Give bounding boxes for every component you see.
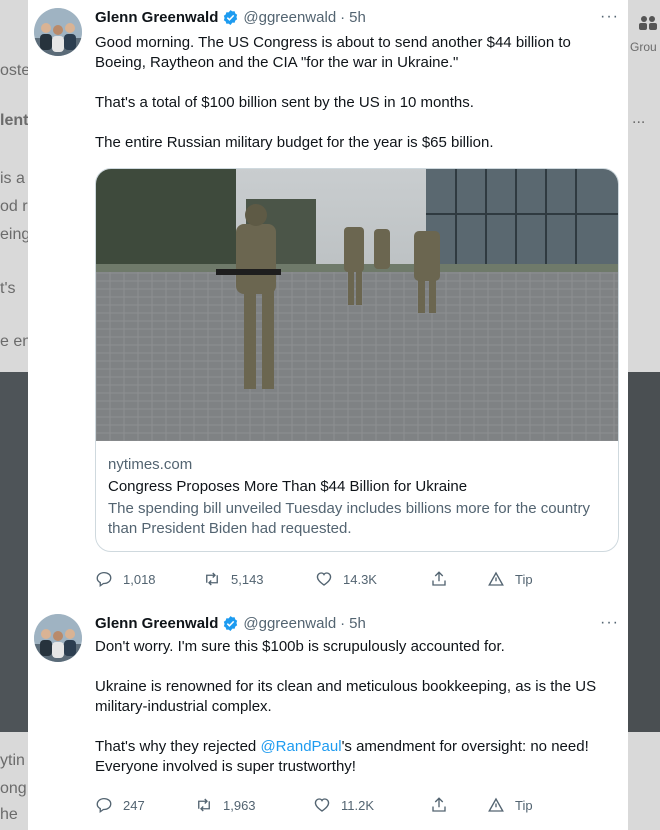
more-options-icon[interactable]: ··· bbox=[600, 8, 619, 26]
verified-badge-icon bbox=[222, 615, 239, 632]
tweet-paragraph: Good morning. The US Congress is about t… bbox=[95, 34, 571, 71]
heart-icon bbox=[316, 572, 332, 586]
tweet-paragraph: Don't worry. I'm sure this $100b is scru… bbox=[95, 638, 505, 655]
article-image bbox=[96, 169, 618, 441]
link-domain: nytimes.com bbox=[108, 456, 193, 473]
tweet-thread: Glenn Greenwald @ggreenwald · 5h ··· Goo… bbox=[28, 0, 628, 830]
link-description: The spending bill unveiled Tuesday inclu… bbox=[108, 500, 590, 537]
heart-icon bbox=[314, 798, 330, 812]
timestamp[interactable]: 5h bbox=[349, 9, 366, 26]
retweet-count: 5,143 bbox=[231, 571, 264, 587]
tweet-actions: 247 1,963 11.2K Tip bbox=[95, 796, 555, 816]
link-preview-card[interactable]: nytimes.com Congress Proposes More Than … bbox=[95, 168, 619, 552]
tweet-header: Glenn Greenwald @ggreenwald · 5h bbox=[95, 9, 366, 26]
tweet[interactable]: Glenn Greenwald @ggreenwald · 5h ··· Goo… bbox=[28, 0, 628, 600]
paragraph-text: That's why they rejected bbox=[95, 738, 261, 755]
tip-label: Tip bbox=[515, 797, 533, 813]
tip-icon bbox=[488, 571, 504, 586]
background-text: he bbox=[0, 806, 18, 823]
retweet-icon bbox=[206, 572, 218, 586]
tweet-paragraph: That's why they rejected @RandPaul's ame… bbox=[95, 737, 625, 777]
background-text: e en bbox=[0, 333, 28, 350]
reply-count: 1,018 bbox=[123, 571, 156, 587]
separator: · bbox=[340, 9, 346, 26]
background-text: Grou bbox=[630, 40, 657, 54]
tweet-text: Don't worry. I'm sure this $100b is scru… bbox=[95, 637, 625, 797]
author-handle[interactable]: @ggreenwald bbox=[243, 615, 336, 632]
author-handle[interactable]: @ggreenwald bbox=[243, 9, 336, 26]
share-icon bbox=[432, 571, 446, 586]
author-name[interactable]: Glenn Greenwald bbox=[95, 615, 218, 632]
like-button[interactable]: 11.2K bbox=[313, 796, 374, 814]
tip-label: Tip bbox=[515, 571, 533, 587]
author-name[interactable]: Glenn Greenwald bbox=[95, 9, 218, 26]
retweet-count: 1,963 bbox=[223, 797, 256, 813]
avatar[interactable] bbox=[34, 614, 82, 662]
like-button[interactable]: 14.3K bbox=[315, 570, 377, 588]
background-image bbox=[628, 372, 660, 732]
tweet[interactable]: Glenn Greenwald @ggreenwald · 5h ··· Don… bbox=[28, 600, 628, 830]
retweet-icon bbox=[198, 798, 210, 812]
avatar[interactable] bbox=[34, 8, 82, 56]
reply-button[interactable]: 247 bbox=[95, 796, 145, 814]
link-meta: nytimes.com Congress Proposes More Than … bbox=[96, 441, 618, 551]
background-page-left: oste lent is a od r eing t's e en ytin o… bbox=[0, 0, 28, 830]
background-text: lent bbox=[0, 112, 28, 129]
background-text: t's bbox=[0, 280, 16, 297]
tweet-header: Glenn Greenwald @ggreenwald · 5h bbox=[95, 615, 366, 632]
background-text: eing bbox=[0, 226, 28, 243]
tip-button[interactable]: Tip bbox=[487, 796, 533, 814]
share-button[interactable] bbox=[430, 570, 458, 588]
tweet-actions: 1,018 5,143 14.3K Tip bbox=[95, 570, 555, 590]
link-title: Congress Proposes More Than $44 Billion … bbox=[108, 478, 468, 495]
background-text: ong bbox=[0, 780, 27, 797]
tip-button[interactable]: Tip bbox=[487, 570, 533, 588]
like-count: 14.3K bbox=[343, 571, 377, 587]
retweet-button[interactable]: 1,963 bbox=[195, 796, 256, 814]
verified-badge-icon bbox=[222, 9, 239, 26]
reply-button[interactable]: 1,018 bbox=[95, 570, 156, 588]
reply-count: 247 bbox=[123, 797, 145, 813]
share-icon bbox=[432, 797, 446, 812]
timestamp[interactable]: 5h bbox=[349, 615, 366, 632]
mention-link[interactable]: @RandPaul bbox=[260, 738, 341, 755]
groups-icon bbox=[639, 16, 657, 30]
background-text: od r bbox=[0, 198, 28, 215]
tweet-paragraph: That's a total of $100 billion sent by t… bbox=[95, 94, 474, 111]
background-page-right: Grou ... bbox=[628, 0, 660, 830]
reply-icon bbox=[96, 571, 112, 588]
tweet-paragraph: The entire Russian military budget for t… bbox=[95, 134, 494, 151]
background-text: oste bbox=[0, 62, 28, 79]
tweet-paragraph: Ukraine is renowned for its clean and me… bbox=[95, 678, 597, 715]
tip-icon bbox=[488, 797, 504, 812]
separator: · bbox=[340, 615, 346, 632]
background-text: ytin bbox=[0, 752, 25, 769]
background-text: is a bbox=[0, 170, 25, 187]
share-button[interactable] bbox=[430, 796, 458, 814]
retweet-button[interactable]: 5,143 bbox=[203, 570, 264, 588]
like-count: 11.2K bbox=[341, 797, 375, 813]
more-options-icon[interactable]: ··· bbox=[600, 614, 619, 632]
background-text: ... bbox=[632, 110, 646, 127]
tweet-text: Good morning. The US Congress is about t… bbox=[95, 33, 625, 173]
reply-icon bbox=[96, 797, 112, 814]
background-image bbox=[0, 372, 28, 732]
